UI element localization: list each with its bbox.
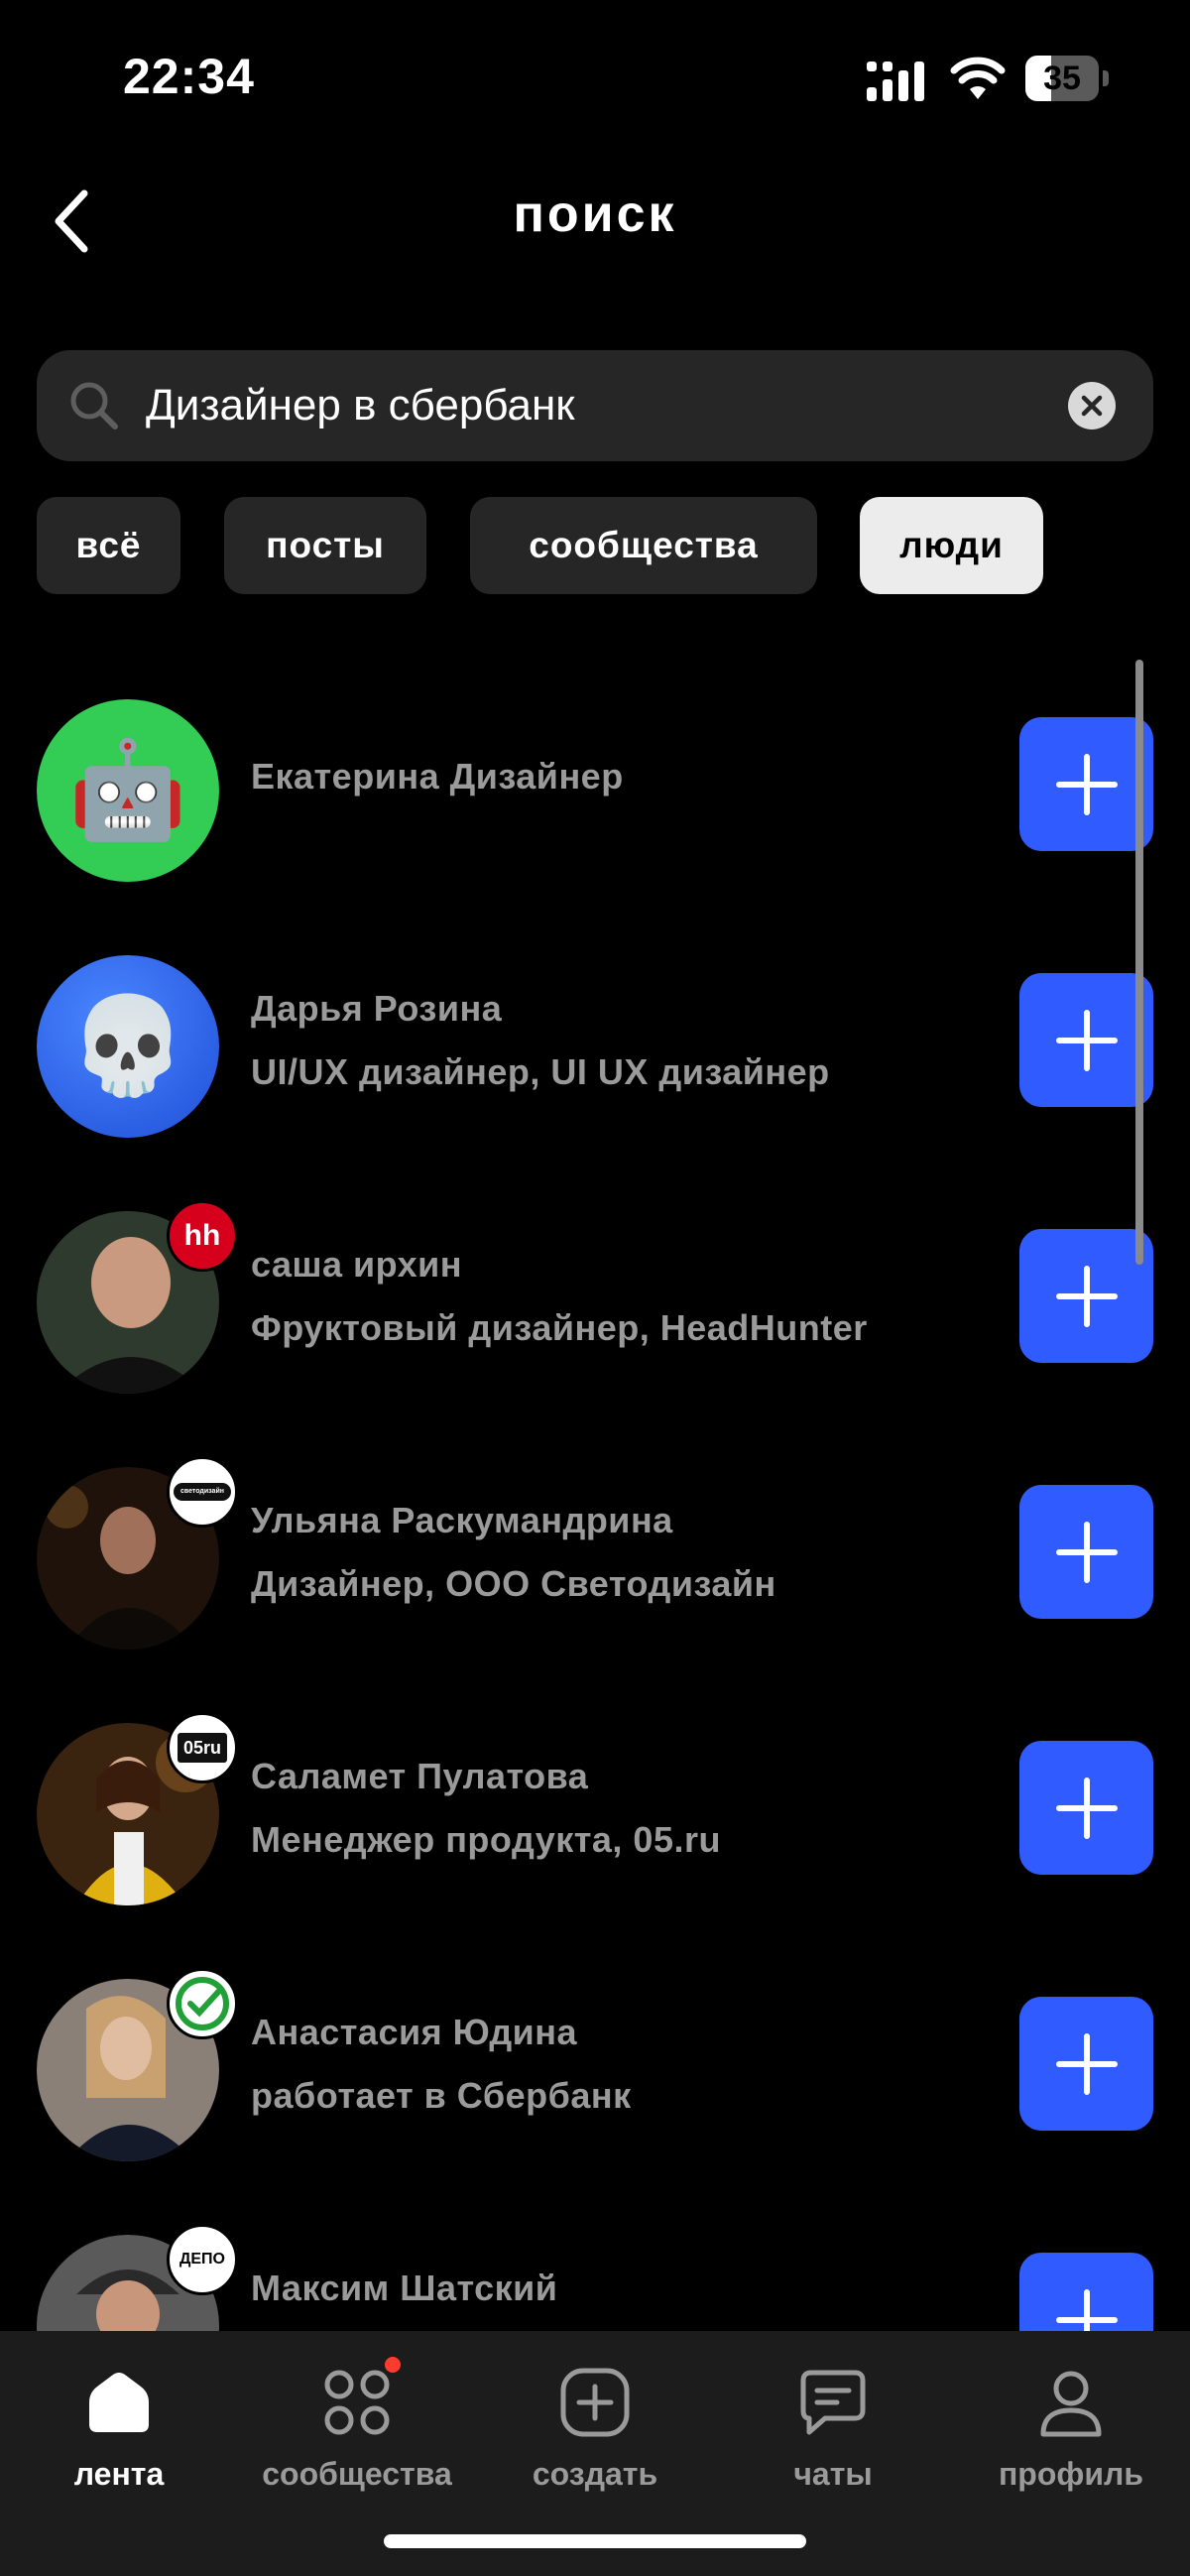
- grid-icon: [324, 2370, 390, 2435]
- battery-level: 35: [1043, 60, 1081, 97]
- tab-all[interactable]: всё: [37, 497, 180, 594]
- person-name: Анастасия Юдина: [251, 2012, 578, 2052]
- list-item[interactable]: 🤖 Екатерина Дизайнер: [0, 645, 1190, 901]
- battery-icon: 35: [1025, 56, 1109, 101]
- home-icon: [89, 2373, 149, 2432]
- tab-communities[interactable]: сообщества: [470, 497, 817, 594]
- avatar: 💀: [37, 955, 219, 1138]
- add-friend-button[interactable]: [1019, 717, 1153, 851]
- list-item[interactable]: hh саша ирхин Фруктовый дизайнер, HeadHu…: [0, 1157, 1190, 1412]
- list-item[interactable]: Анастасия Юдина работает в Сбербанк: [0, 1924, 1190, 2180]
- nav-feed[interactable]: лента: [0, 2357, 238, 2496]
- nav-chats[interactable]: чаты: [714, 2357, 952, 2496]
- plus-icon: [1055, 1009, 1118, 1071]
- plus-square-icon: [560, 2368, 630, 2437]
- search-box[interactable]: [37, 350, 1153, 461]
- people-list[interactable]: 🤖 Екатерина Дизайнер 💀 Дарья Розина UI/U…: [0, 645, 1190, 2331]
- person-name: Екатерина Дизайнер: [251, 756, 624, 797]
- nav-profile[interactable]: профиль: [952, 2357, 1190, 2496]
- person-subtitle: Фруктовый дизайнер, HeadHunter: [251, 1307, 868, 1348]
- home-indicator: [384, 2534, 806, 2548]
- robot-emoji-avatar: 🤖: [68, 737, 187, 843]
- status-bar: 22:34 35: [0, 0, 1190, 149]
- person-subtitle: Менеджер продукта, 05.ru: [251, 1819, 721, 1860]
- avatar: 🤖: [37, 699, 219, 882]
- nav-label: создать: [532, 2456, 658, 2492]
- profile-icon: [1040, 2371, 1102, 2437]
- battery-body: 35: [1025, 56, 1099, 101]
- 05ru-logo: 05ru: [178, 1733, 227, 1763]
- search-input[interactable]: [146, 350, 1088, 461]
- wifi-icon: [950, 57, 1006, 99]
- sber-logo: [176, 1977, 229, 2030]
- nav-label: сообщества: [262, 2456, 452, 2492]
- clear-search-button[interactable]: [1068, 382, 1116, 429]
- tab-posts[interactable]: посты: [224, 497, 426, 594]
- plus-icon: [1055, 2032, 1118, 2095]
- list-item[interactable]: 💀 Дарья Розина UI/UX дизайнер, UI UX диз…: [0, 901, 1190, 1157]
- plus-icon: [1055, 1777, 1118, 1839]
- battery-tip: [1103, 70, 1109, 86]
- list-item[interactable]: светодизайн Ульяна Раскумандрина Дизайне…: [0, 1412, 1190, 1668]
- list-item[interactable]: 05ru Саламет Пулатова Менеджер продукта,…: [0, 1668, 1190, 1924]
- nav-communities[interactable]: сообщества: [238, 2357, 476, 2496]
- notification-dot: [385, 2357, 401, 2373]
- sber-badge: [167, 1968, 238, 2039]
- person-name: саша ирхин: [251, 1244, 463, 1285]
- plus-icon: [1055, 753, 1118, 815]
- skull-emoji-avatar: 💀: [68, 993, 187, 1099]
- person-subtitle: UI/UX дизайнер, UI UX дизайнер: [251, 1051, 830, 1092]
- person-name: Саламет Пулатова: [251, 1756, 589, 1796]
- nav-label: профиль: [998, 2456, 1144, 2492]
- add-friend-button[interactable]: [1019, 1741, 1153, 1875]
- add-friend-button[interactable]: [1019, 1485, 1153, 1619]
- person-name: Дарья Розина: [251, 988, 503, 1029]
- page-title: поиск: [513, 185, 677, 243]
- search-icon: [70, 382, 118, 429]
- chat-icon: [800, 2370, 866, 2435]
- plus-icon: [1055, 1521, 1118, 1583]
- signal-icon: [867, 61, 924, 101]
- status-time: 22:34: [123, 49, 255, 104]
- person-subtitle: работает в Сбербанк: [251, 2075, 632, 2116]
- add-friend-button[interactable]: [1019, 1997, 1153, 2131]
- list-item[interactable]: ДЕПО Максим Шатский: [0, 2180, 1190, 2331]
- nav-label: лента: [73, 2456, 165, 2492]
- person-name: Максим Шатский: [251, 2268, 558, 2308]
- nav-label: чаты: [793, 2456, 873, 2492]
- hh-badge: hh: [167, 1200, 238, 1272]
- person-subtitle: Дизайнер, ООО Светодизайн: [251, 1563, 776, 1604]
- 05ru-badge: 05ru: [167, 1712, 238, 1783]
- depo-badge: ДЕПО: [167, 2224, 238, 2295]
- add-friend-button[interactable]: [1019, 1229, 1153, 1363]
- svetodizain-badge: светодизайн: [167, 1456, 238, 1528]
- add-friend-button[interactable]: [1019, 973, 1153, 1107]
- plus-icon: [1055, 2288, 1118, 2331]
- add-friend-button[interactable]: [1019, 2253, 1153, 2331]
- clear-icon: [1081, 395, 1103, 417]
- person-name: Ульяна Раскумандрина: [251, 1500, 673, 1540]
- tab-people[interactable]: люди: [860, 497, 1043, 594]
- nav-create[interactable]: создать: [476, 2357, 714, 2496]
- svetodizain-logo: светодизайн: [174, 1483, 231, 1501]
- plus-icon: [1055, 1265, 1118, 1327]
- scrollbar[interactable]: [1135, 660, 1143, 1265]
